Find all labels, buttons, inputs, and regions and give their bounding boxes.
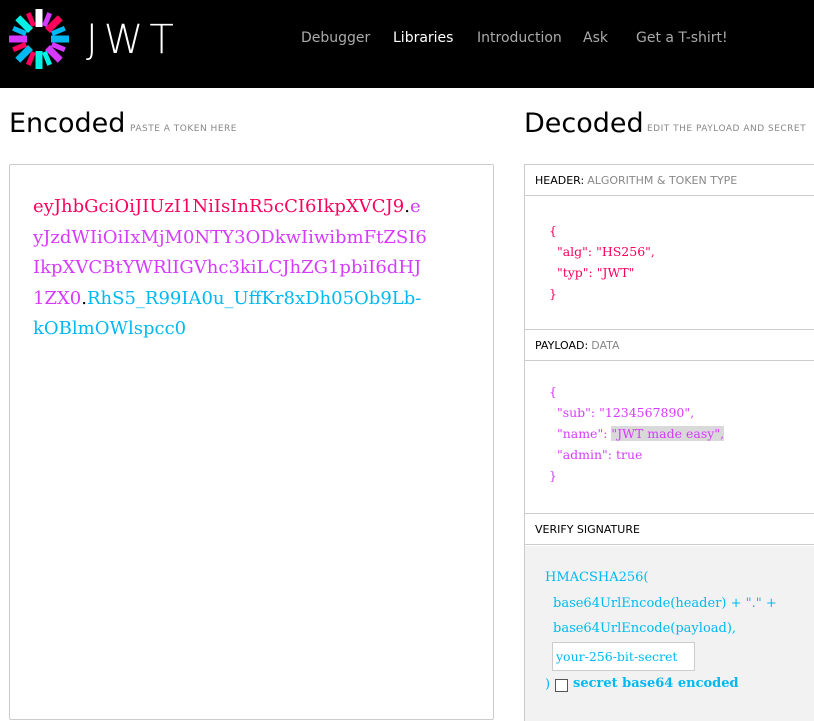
json-line: "typ": "JWT" [549,265,635,280]
token-signature-part: RhS5_R99IA0u_UffKr8xDh05Ob9Lb-kOBlmOWlsp… [33,287,422,340]
json-line: } [549,468,557,483]
json-line: "admin": true [549,447,643,462]
nav-get-tshirt[interactable]: Get a T-shirt! [636,30,728,50]
header-json-editor[interactable]: { "alg": "HS256", "typ": "JWT"} [525,196,814,330]
json-line: "sub": "1234567890", [549,405,695,420]
nav-libraries[interactable]: Libraries [393,30,453,50]
hmac-arg-payload: base64UrlEncode(payload), [553,621,737,636]
encoded-subtitle: PASTE A TOKEN HERE [130,124,237,134]
json-line: } [549,286,557,301]
nav-ask[interactable]: Ask [583,30,608,50]
verify-section-title: VERIFY SIGNATURE [525,514,814,545]
secret-input[interactable]: your-256-bit-secret [552,642,695,671]
json-line: "alg": "HS256", [549,244,655,259]
verify-signature-body: HMACSHA256( base64UrlEncode(header) + ".… [525,546,814,721]
payload-json-text[interactable]: { "sub": "1234567890", "name": "JWT made… [549,381,725,486]
hmac-function: HMACSHA256( [545,570,649,585]
hmac-close: ) [545,677,551,692]
payload-section-sublabel: DATA [591,339,620,352]
payload-section-label: PAYLOAD: [535,339,589,352]
payload-json-editor[interactable]: { "sub": "1234567890", "name": "JWT made… [525,361,814,514]
nav-debugger[interactable]: Debugger [301,30,370,50]
header-section-title: HEADER: ALGORITHM & TOKEN TYPE [525,165,814,196]
secret-base64-checkbox[interactable] [555,679,568,692]
token-header-part: eyJhbGciOiJIUzI1NiIsInR5cCI6IkpXVCJ9 [33,196,405,217]
json-highlighted-value: "JWT made easy", [611,426,725,441]
json-line: { [549,223,557,238]
payload-section-title: PAYLOAD: DATA [525,330,814,361]
decoded-panel: HEADER: ALGORITHM & TOKEN TYPE { "alg": "… [524,164,814,721]
encoded-token-editor[interactable]: eyJhbGciOiJIUzI1NiIsInR5cCI6IkpXVCJ9.eyJ… [9,164,494,720]
json-key: "name": [549,426,612,441]
json-line: "name": "JWT made easy", [549,423,725,444]
encoded-title: Encoded [9,108,126,139]
header-json-text[interactable]: { "alg": "HS256", "typ": "JWT"} [549,220,655,304]
top-navbar: JWT Debugger Libraries Introduction Ask … [0,0,814,88]
encoded-token-text[interactable]: eyJhbGciOiJIUzI1NiIsInR5cCI6IkpXVCJ9.eyJ… [33,192,428,345]
nav-introduction[interactable]: Introduction [477,30,562,50]
jwt-logo-icon[interactable] [8,8,70,70]
hmac-arg-header: base64UrlEncode(header) + "." + [553,596,777,611]
verify-section-label: VERIFY SIGNATURE [535,523,640,536]
header-section-label: HEADER: [535,174,585,187]
json-line: { [549,384,557,399]
decoded-subtitle: EDIT THE PAYLOAD AND SECRET [647,124,807,134]
secret-base64-label[interactable]: secret base64 encoded [573,676,739,691]
decoded-title: Decoded [524,108,644,139]
logo-text[interactable]: JWT [86,18,180,62]
header-section-sublabel: ALGORITHM & TOKEN TYPE [587,174,738,187]
